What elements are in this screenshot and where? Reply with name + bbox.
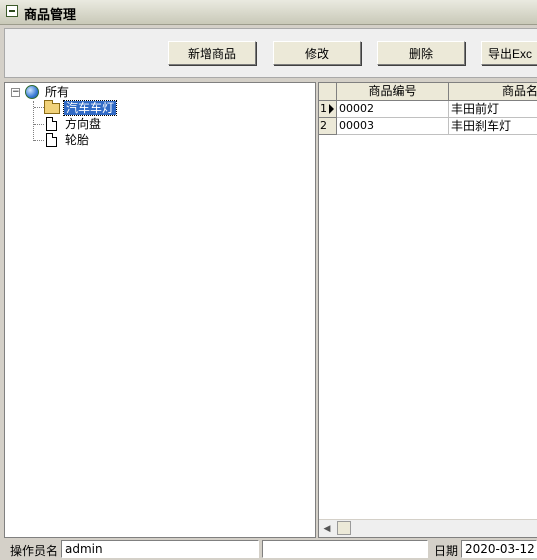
edit-button[interactable]: 修改 bbox=[273, 41, 361, 65]
collapse-toggle[interactable]: − bbox=[11, 88, 20, 97]
operator-value: admin bbox=[61, 540, 259, 558]
product-grid[interactable]: 商品编号 商品名 1 00002 丰田前灯 2 00003 丰田刹车灯 ◀ bbox=[318, 82, 537, 538]
category-tree[interactable]: − 所有 汽车车灯 方向盘 轮胎 bbox=[4, 82, 316, 538]
tree-node-root[interactable]: 所有 bbox=[25, 84, 71, 100]
tree-node-tires[interactable]: 轮胎 bbox=[46, 132, 91, 148]
operator-label: 操作员名 bbox=[10, 544, 59, 558]
scrollbar-thumb[interactable] bbox=[337, 521, 351, 535]
tree-node-label: 汽车车灯 bbox=[62, 100, 118, 116]
column-header-code[interactable]: 商品编号 bbox=[337, 83, 449, 101]
document-icon bbox=[46, 133, 57, 147]
tree-node-label: 所有 bbox=[45, 85, 70, 99]
current-row-arrow-icon bbox=[329, 104, 334, 114]
row-number: 1 bbox=[320, 102, 327, 115]
window-title: 商品管理 bbox=[24, 8, 77, 23]
row-indicator[interactable]: 1 bbox=[319, 101, 337, 118]
document-icon bbox=[46, 117, 57, 131]
column-header-name[interactable]: 商品名 bbox=[449, 83, 537, 101]
tree-connector-line bbox=[34, 107, 44, 108]
horizontal-scrollbar[interactable]: ◀ bbox=[319, 519, 537, 537]
tree-connector-line bbox=[34, 124, 44, 125]
status-bar: 操作员名 admin 日期 2020-03-12 bbox=[0, 539, 537, 560]
row-indicator[interactable]: 2 bbox=[319, 118, 337, 135]
tree-node-car-lights[interactable]: 汽车车灯 bbox=[44, 99, 118, 116]
status-empty-panel bbox=[262, 540, 428, 558]
globe-icon bbox=[25, 85, 39, 99]
scroll-left-icon[interactable]: ◀ bbox=[319, 520, 335, 537]
date-value: 2020-03-12 bbox=[461, 540, 537, 558]
open-folder-icon bbox=[44, 99, 60, 114]
table-cell-code[interactable]: 00003 bbox=[337, 118, 449, 135]
tree-node-label: 方向盘 bbox=[65, 117, 102, 131]
table-cell-name[interactable]: 丰田刹车灯 bbox=[449, 118, 537, 135]
window-icon[interactable] bbox=[6, 5, 18, 17]
grid-corner-header bbox=[319, 83, 337, 101]
toolbar: 新增商品 修改 删除 导出Exc bbox=[4, 28, 537, 78]
tree-connector-line bbox=[34, 140, 44, 141]
row-number: 2 bbox=[320, 119, 327, 132]
table-cell-code[interactable]: 00002 bbox=[337, 101, 449, 118]
tree-node-steering-wheel[interactable]: 方向盘 bbox=[46, 116, 103, 132]
table-cell-name[interactable]: 丰田前灯 bbox=[449, 101, 537, 118]
title-bar: 商品管理 bbox=[0, 0, 537, 25]
add-product-button[interactable]: 新增商品 bbox=[168, 41, 256, 65]
export-excel-button[interactable]: 导出Exc bbox=[481, 41, 537, 65]
date-label: 日期 bbox=[434, 544, 459, 558]
tree-node-label: 轮胎 bbox=[65, 133, 90, 147]
delete-button[interactable]: 删除 bbox=[377, 41, 465, 65]
